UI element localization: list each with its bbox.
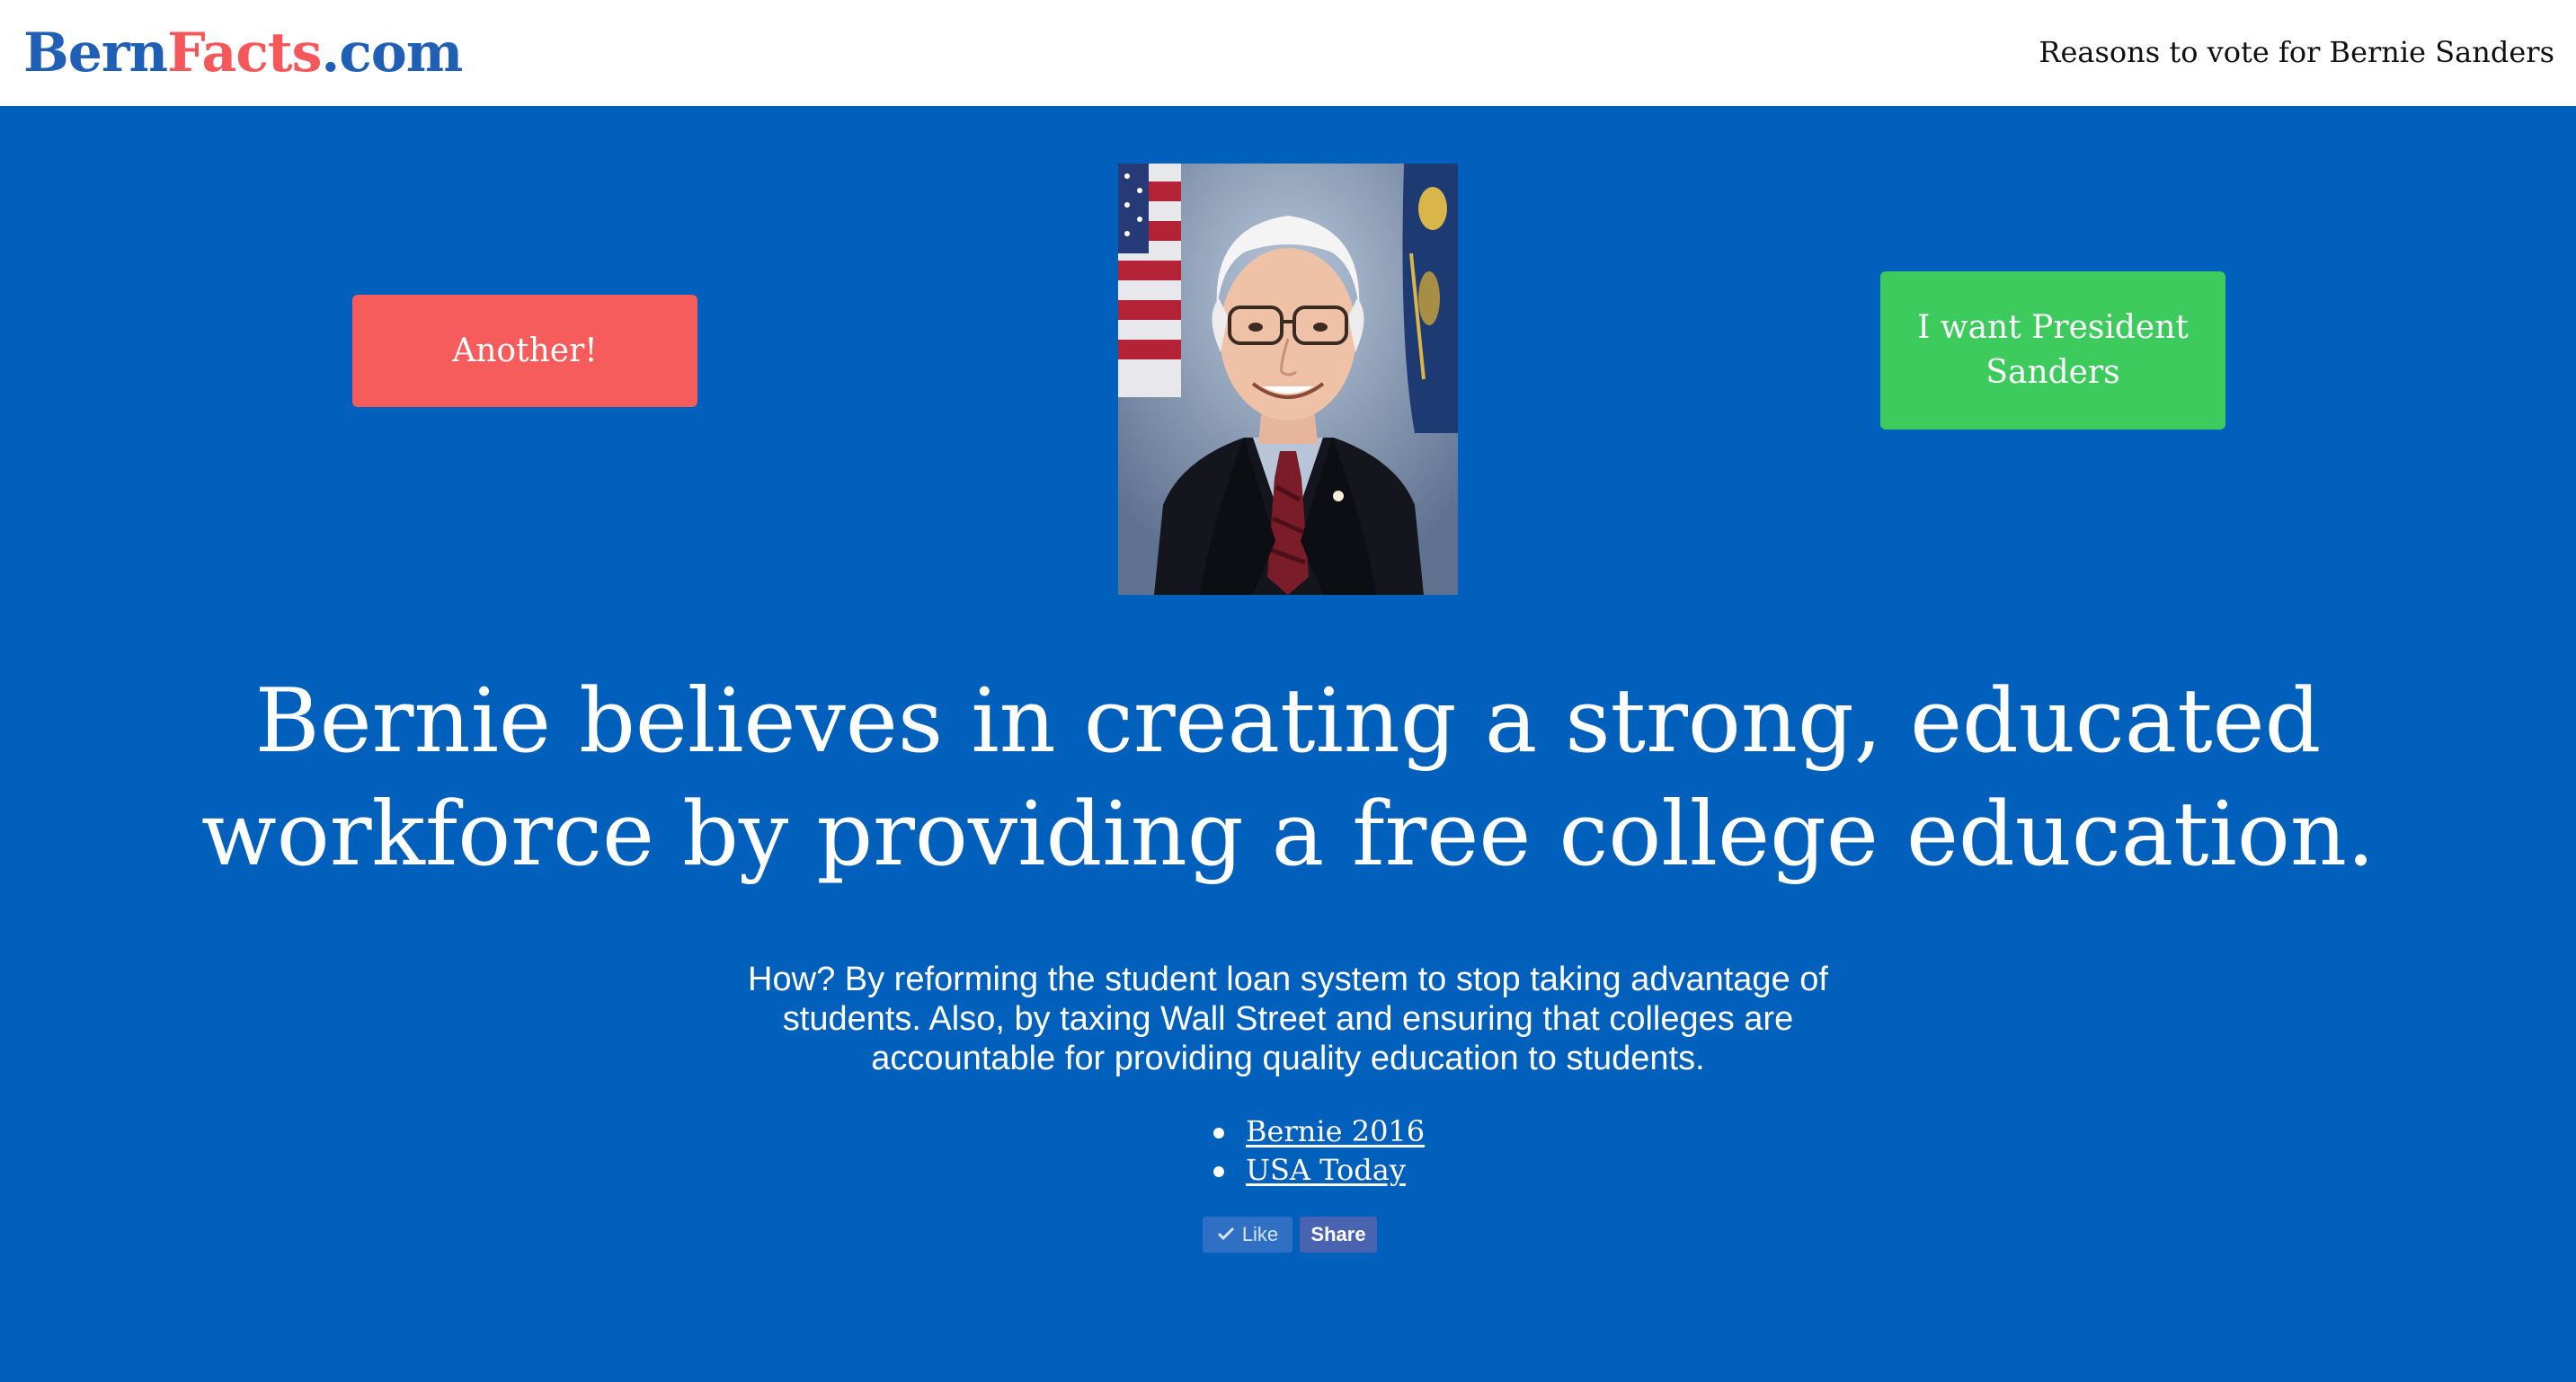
check-icon [1217,1223,1235,1246]
source-link-usa-today[interactable]: USA Today [1246,1153,1406,1187]
logo-part-domain: .com [321,22,463,84]
another-button[interactable]: Another! [352,295,697,407]
logo-part-bern: Bern [23,22,168,84]
source-item: USA Today [1168,1151,1528,1190]
want-president-sanders-button[interactable]: I want President Sanders [1880,271,2225,430]
facebook-share-button[interactable]: Share [1300,1217,1377,1253]
facebook-like-button[interactable]: Like [1203,1217,1292,1253]
site-header: BernFacts.com Reasons to vote for Bernie… [0,0,2576,106]
site-logo[interactable]: BernFacts.com [23,22,463,84]
sources-list: Bernie 2016 USA Today [1168,1112,1528,1190]
fact-explainer: How? By reforming the student loan syste… [748,961,1828,1077]
bernie-portrait-image [1118,164,1458,595]
source-item: Bernie 2016 [1168,1112,1528,1151]
like-label: Like [1241,1223,1279,1245]
site-tagline: Reasons to vote for Bernie Sanders [2039,35,2554,69]
fact-headline: Bernie believes in creating a strong, ed… [200,670,2376,886]
logo-part-facts: Facts [167,22,322,84]
source-link-bernie-2016[interactable]: Bernie 2016 [1246,1114,1425,1148]
hero-section: Another! I want President Sanders Bernie… [0,106,2576,1382]
